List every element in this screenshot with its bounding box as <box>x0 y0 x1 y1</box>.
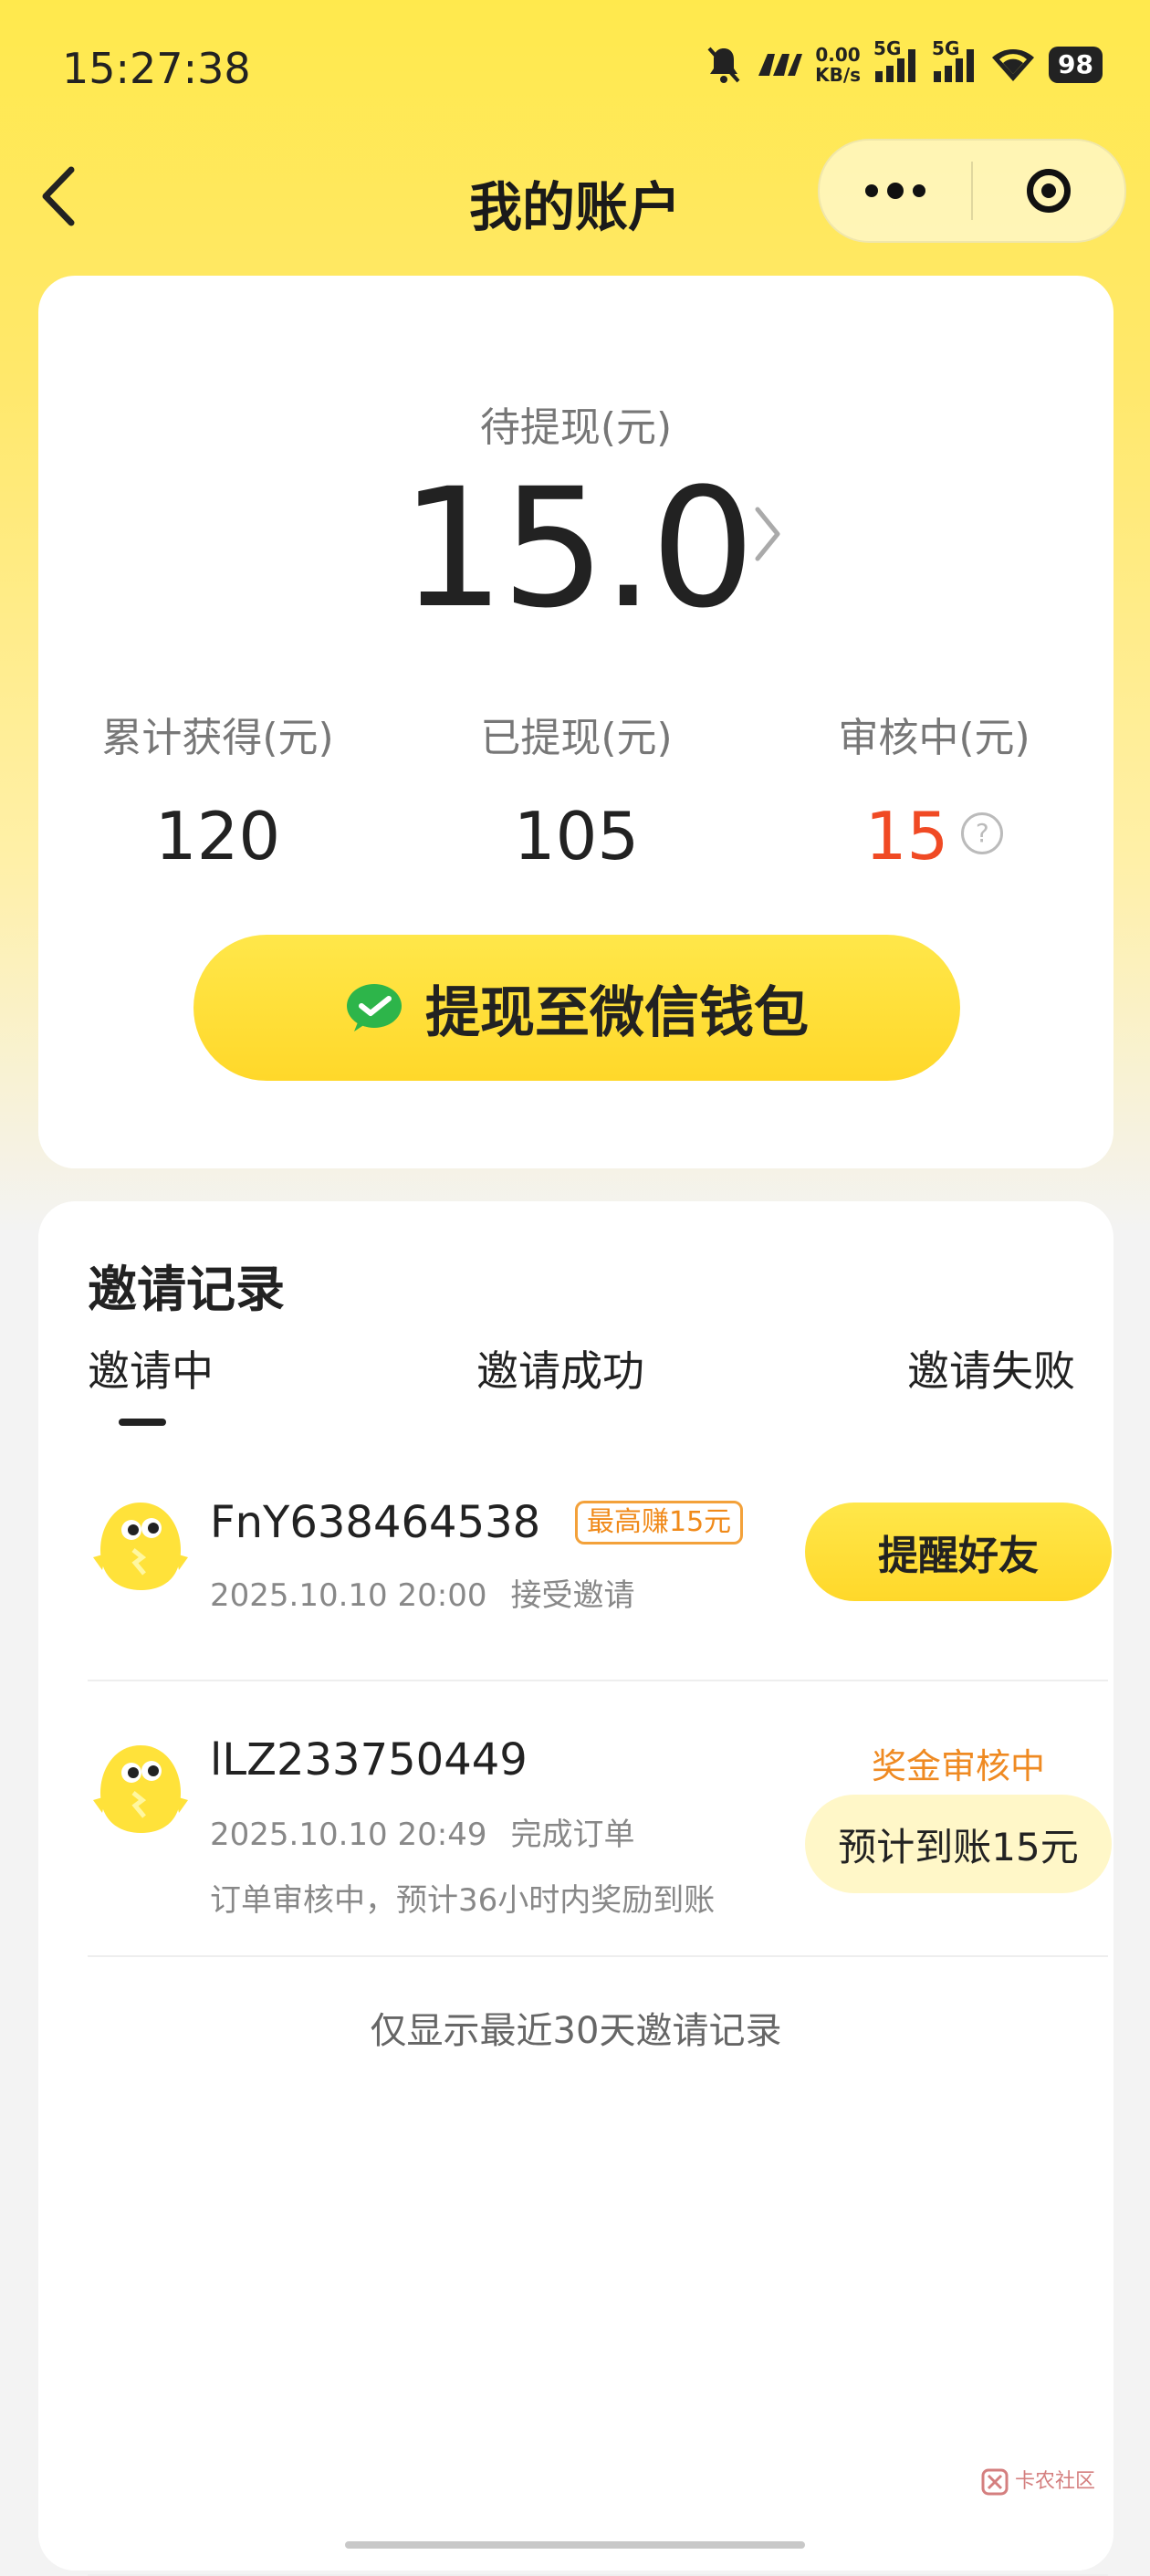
watermark-text: 卡农社区 <box>1014 2470 1095 2493</box>
list-item: FnY638464538 最高赚15元 2025.10.10 20:00 接受邀请… <box>88 1484 1112 1667</box>
active-tab-indicator <box>119 1419 166 1426</box>
tab-invite-success[interactable]: 邀请成功 <box>476 1338 644 1398</box>
signal-sim2: 5G <box>932 38 978 86</box>
row-divider <box>88 1955 1108 1957</box>
help-icon[interactable]: ? <box>961 812 1004 855</box>
stat-label: 累计获得(元) <box>101 715 334 761</box>
net-speed-unit: KB/s <box>815 64 862 86</box>
expected-payout-pill: 预计到账15元 <box>805 1795 1112 1893</box>
net-speed-value: 0.00 <box>815 44 861 66</box>
invite-date: 2025.10.10 20:00 <box>210 1577 487 1614</box>
stat-withdrawn: 已提现(元) 105 <box>397 705 756 874</box>
sim2-label: 5G <box>932 37 960 59</box>
stat-value: 15 <box>864 798 949 874</box>
invite-records-card: 邀请记录 邀请中 邀请成功 邀请失败 FnY638464538 最高赚15元 2… <box>38 1201 1113 2576</box>
watermark-logo-icon <box>981 2468 1009 2496</box>
status-time: 15:27:38 <box>62 44 251 93</box>
stat-value: 105 <box>513 798 640 874</box>
more-dots-icon <box>865 183 925 199</box>
wechat-pay-icon <box>347 984 402 1031</box>
row-divider <box>88 1680 1108 1681</box>
stat-label: 已提现(元) <box>480 715 673 761</box>
chick-avatar-icon <box>93 1503 188 1590</box>
section-title: 邀请记录 <box>88 1261 285 1318</box>
close-miniapp-button[interactable] <box>973 141 1124 241</box>
invitee-id: lLZ233750449 <box>210 1734 528 1785</box>
invite-meta: 2025.10.10 20:49 完成订单 <box>210 1809 634 1854</box>
home-indicator[interactable] <box>345 2541 805 2549</box>
sim1-label: 5G <box>873 37 902 59</box>
remind-friend-button[interactable]: 提醒好友 <box>805 1503 1112 1601</box>
battery-indicator: 98 <box>1049 47 1103 83</box>
pending-label: 待提现(元) <box>479 404 673 451</box>
miniapp-capsule <box>818 139 1126 243</box>
net-speed: 0.00 KB/s <box>815 45 861 85</box>
stat-under-review: 审核中(元) 15? <box>755 705 1113 874</box>
invite-event: 接受邀请 <box>510 1577 635 1614</box>
status-bar: 15:27:38 0.00 KB/s 5G 5G 98 <box>0 0 1150 137</box>
order-review-note: 订单审核中，预计36小时内奖励到账 <box>210 1882 716 1919</box>
reward-review-status: 奖金审核中 <box>871 1746 1045 1786</box>
mute-bell-icon <box>707 47 740 83</box>
tab-invite-failed[interactable]: 邀请失败 <box>907 1338 1075 1398</box>
max-reward-tag: 最高赚15元 <box>575 1501 744 1545</box>
target-close-icon <box>1026 169 1071 213</box>
invitee-id: FnY638464538 <box>210 1497 541 1548</box>
stat-total-earned: 累计获得(元) 120 <box>38 705 397 874</box>
withdraw-label: 提现至微信钱包 <box>425 980 809 1045</box>
chick-avatar-icon <box>93 1745 188 1833</box>
watermark: 卡农社区 <box>981 2465 1095 2496</box>
stat-value-row: 15? <box>755 798 1113 874</box>
tab-inviting[interactable]: 邀请中 <box>88 1338 214 1398</box>
invite-meta: 2025.10.10 20:00 接受邀请 <box>210 1570 634 1615</box>
status-icons: 0.00 KB/s 5G 5G 98 <box>706 38 1103 86</box>
stat-label: 审核中(元) <box>838 715 1030 761</box>
records-footer-note: 仅显示最近30天邀请记录 <box>370 2010 782 2052</box>
list-item: lLZ233750449 2025.10.10 20:49 完成订单 订单审核中，… <box>88 1722 1112 1941</box>
account-card: 待提现(元) 15.0 累计获得(元) 120 已提现(元) 105 审核中(元… <box>38 276 1113 1168</box>
more-button[interactable] <box>820 141 971 241</box>
stat-value: 120 <box>154 798 281 874</box>
carrier-logo-icon <box>758 54 803 76</box>
withdraw-to-wechat-button[interactable]: 提现至微信钱包 <box>193 935 960 1081</box>
invite-event: 完成订单 <box>510 1817 635 1853</box>
wifi-icon <box>992 49 1035 81</box>
chevron-right-icon[interactable] <box>748 502 785 566</box>
invite-date: 2025.10.10 20:49 <box>210 1817 487 1853</box>
pending-amount[interactable]: 15.0 <box>38 449 1113 650</box>
signal-sim1: 5G <box>873 38 919 86</box>
